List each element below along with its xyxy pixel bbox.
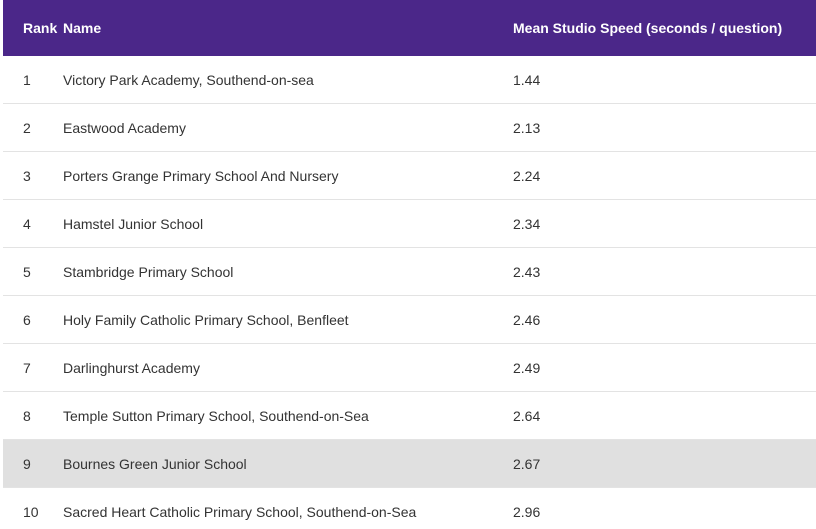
row-speed: 2.43 [513, 263, 541, 280]
leaderboard-table: Rank Name Mean Studio Speed (seconds / q… [3, 0, 816, 529]
header-name[interactable]: Name [63, 20, 513, 36]
row-name: Bournes Green Junior School [63, 455, 247, 472]
table-row[interactable]: 8 Temple Sutton Primary School, Southend… [3, 392, 816, 440]
header-rank[interactable]: Rank [3, 20, 63, 36]
row-name: Darlinghurst Academy [63, 359, 200, 376]
table-row-highlighted[interactable]: 9 Bournes Green Junior School 2.67 [3, 440, 816, 488]
row-rank: 8 [23, 407, 31, 424]
row-name: Sacred Heart Catholic Primary School, So… [63, 504, 417, 520]
row-rank: 2 [23, 119, 31, 136]
row-speed: 2.46 [513, 311, 541, 328]
row-rank: 5 [23, 263, 31, 280]
table-row[interactable]: 4 Hamstel Junior School 2.34 [3, 200, 816, 248]
row-name: Eastwood Academy [63, 119, 186, 136]
row-name: Hamstel Junior School [63, 215, 204, 232]
row-rank: 10 [23, 504, 39, 520]
row-name: Victory Park Academy, Southend-on-sea [63, 71, 314, 88]
table-row[interactable]: 6 Holy Family Catholic Primary School, B… [3, 296, 816, 344]
row-speed: 1.44 [513, 71, 541, 88]
row-name: Holy Family Catholic Primary School, Ben… [63, 311, 349, 328]
table-row[interactable]: 7 Darlinghurst Academy 2.49 [3, 344, 816, 392]
table-row[interactable]: 10 Sacred Heart Catholic Primary School,… [3, 488, 816, 529]
table-row[interactable]: 1 Victory Park Academy, Southend-on-sea … [3, 56, 816, 104]
table-header: Rank Name Mean Studio Speed (seconds / q… [3, 0, 816, 56]
row-speed: 2.67 [513, 455, 541, 472]
row-speed: 2.49 [513, 359, 541, 376]
row-rank: 1 [23, 71, 31, 88]
row-rank: 6 [23, 311, 31, 328]
table-row[interactable]: 2 Eastwood Academy 2.13 [3, 104, 816, 152]
row-rank: 3 [23, 167, 31, 184]
row-name: Temple Sutton Primary School, Southend-o… [63, 407, 369, 424]
table-row[interactable]: 3 Porters Grange Primary School And Nurs… [3, 152, 816, 200]
header-speed[interactable]: Mean Studio Speed (seconds / question) [513, 20, 816, 36]
table-row[interactable]: 5 Stambridge Primary School 2.43 [3, 248, 816, 296]
row-name: Porters Grange Primary School And Nurser… [63, 167, 339, 184]
row-speed: 2.96 [513, 504, 541, 520]
row-speed: 2.24 [513, 167, 541, 184]
row-rank: 7 [23, 359, 31, 376]
row-speed: 2.34 [513, 215, 541, 232]
row-name: Stambridge Primary School [63, 263, 234, 280]
row-speed: 2.64 [513, 407, 541, 424]
row-speed: 2.13 [513, 119, 541, 136]
row-rank: 4 [23, 215, 31, 232]
row-rank: 9 [23, 455, 31, 472]
